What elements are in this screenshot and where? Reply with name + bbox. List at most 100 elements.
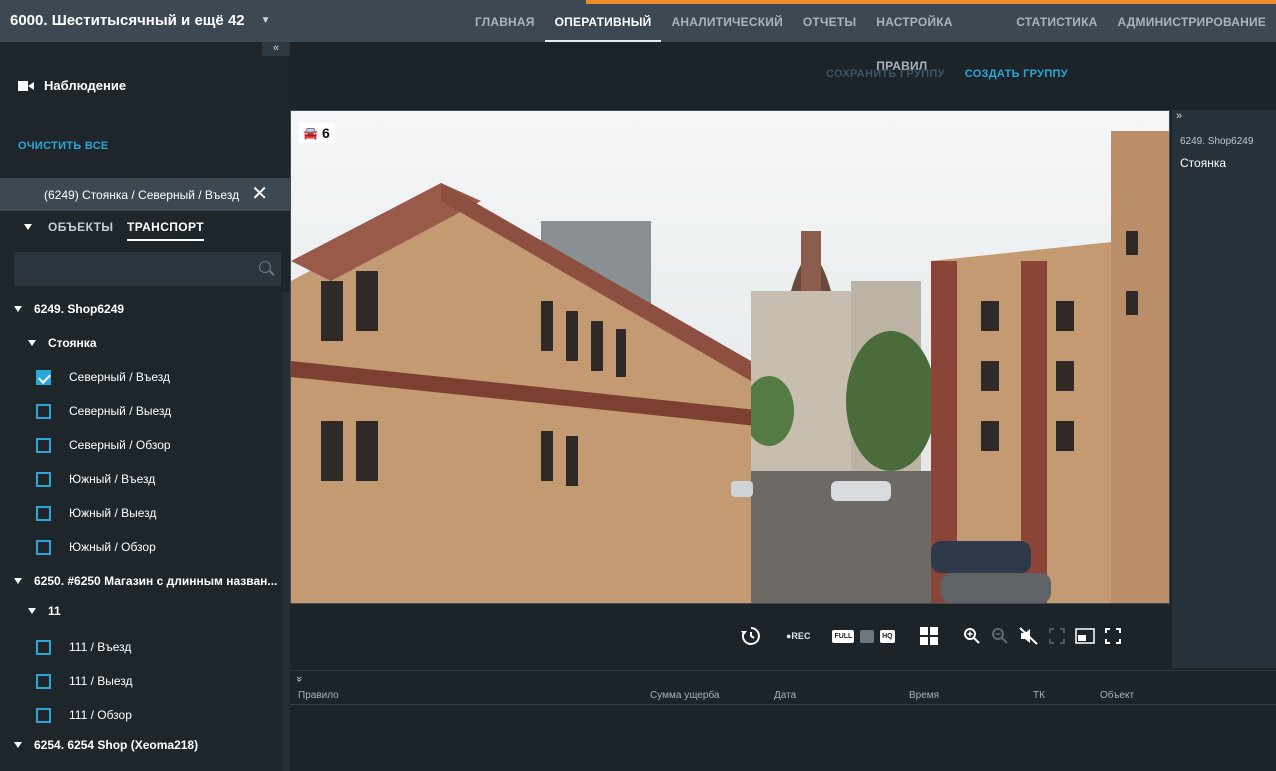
car-icon: 🚘	[303, 126, 318, 140]
full-quality-button[interactable]: FULL	[832, 629, 855, 643]
main-nav: ГЛАВНАЯ ОПЕРАТИВНЫЙ АНАЛИТИЧЕСКИЙ ОТЧЕТЫ…	[465, 0, 1276, 73]
create-group-button[interactable]: СОЗДАТЬ ГРУППУ	[965, 68, 1068, 80]
chevron-down-icon: ▼	[260, 15, 271, 26]
nav-administration[interactable]: АДМИНИСТРИРОВАНИЕ	[1107, 0, 1276, 42]
account-selector[interactable]: 6000. Шеститысячный и ещё 42 ▼	[10, 12, 271, 29]
zoom-in-icon[interactable]	[963, 627, 981, 645]
events-table-header: Правило Сумма ущерба Дата Время ТК Объек…	[290, 685, 1276, 705]
vehicle-count-badge: 🚘 6	[303, 125, 330, 141]
nav-home[interactable]: ГЛАВНАЯ	[465, 0, 545, 42]
column-tk[interactable]: ТК	[1033, 690, 1045, 701]
tree-camera[interactable]: Северный / Обзор	[0, 433, 282, 457]
nav-statistics[interactable]: СТАТИСТИКА	[1006, 0, 1107, 42]
fullscreen-icon[interactable]	[1104, 628, 1121, 644]
save-group-button[interactable]: СОХРАНИТЬ ГРУППУ	[826, 68, 945, 80]
section-title: Наблюдение	[18, 78, 126, 93]
camera-label: Северный / Выезд	[69, 404, 172, 418]
tree-subgroup-label: Стоянка	[48, 336, 97, 350]
sd-quality-button[interactable]: SD	[860, 629, 875, 643]
sd-quality-icon: SD	[860, 629, 875, 643]
window-mode-icon[interactable]	[1074, 628, 1095, 644]
camera-checkbox[interactable]	[36, 539, 51, 555]
player-controls: ●REC FULL SD HQ	[740, 622, 1121, 650]
camera-checkbox[interactable]	[36, 707, 51, 723]
tree-group[interactable]: 6254. 6254 Shop (Xeoma218)	[0, 733, 282, 757]
video-player[interactable]: 🚘 6	[290, 110, 1170, 604]
record-indicator: ●REC	[786, 631, 811, 641]
chevron-down-icon	[28, 340, 36, 346]
search-icon	[259, 261, 271, 273]
group-actions: СОХРАНИТЬ ГРУППУ СОЗДАТЬ ГРУППУ	[826, 68, 1068, 80]
right-panel-subtitle: Стоянка	[1180, 156, 1227, 170]
camera-checkbox[interactable]	[36, 639, 51, 655]
video-camera-icon	[18, 80, 34, 92]
hq-quality-button[interactable]: HQ	[880, 629, 895, 643]
tree-subgroup[interactable]: 11	[0, 599, 282, 623]
tree-subgroup[interactable]: Стоянка	[0, 331, 282, 355]
expand-arrows-icon[interactable]	[1048, 628, 1065, 644]
selected-camera-chip: (6249) Стоянка / Северный / Въезд ✕	[0, 178, 290, 211]
tree-camera[interactable]: 111 / Выезд	[0, 669, 282, 693]
collapse-sidebar-button[interactable]: «	[262, 42, 290, 56]
column-time[interactable]: Время	[909, 690, 939, 701]
collapse-tabs-icon[interactable]	[24, 224, 32, 230]
tree-group-label: 6254. 6254 Shop (Xeoma218)	[34, 738, 199, 752]
chevron-down-icon	[14, 578, 22, 584]
camera-checkbox[interactable]	[36, 505, 51, 521]
top-bar: 6000. Шеститысячный и ещё 42 ▼ ГЛАВНАЯ О…	[0, 0, 1276, 73]
camera-label: Южный / Выезд	[69, 506, 157, 520]
camera-checkbox[interactable]	[36, 471, 51, 487]
close-icon[interactable]: ✕	[251, 184, 268, 204]
camera-checkbox[interactable]	[36, 369, 51, 385]
selected-camera-label: (6249) Стоянка / Северный / Въезд	[44, 187, 240, 202]
tab-transport[interactable]: ТРАНСПОРТ	[127, 220, 205, 241]
camera-label: 111 / Обзор	[69, 708, 132, 722]
column-object[interactable]: Объект	[1100, 690, 1134, 701]
tab-objects[interactable]: ОБЪЕКТЫ	[48, 220, 113, 234]
camera-checkbox[interactable]	[36, 437, 51, 453]
tree-camera[interactable]: 111 / Обзор	[0, 703, 282, 727]
column-date[interactable]: Дата	[774, 690, 796, 701]
tree-group-label: 6249. Shop6249	[34, 302, 125, 316]
tree-camera[interactable]: Южный / Въезд	[0, 467, 282, 491]
camera-label: Южный / Въезд	[69, 472, 156, 486]
expand-events-button[interactable]: »	[293, 676, 305, 682]
tree-camera[interactable]: Северный / Въезд	[0, 365, 282, 389]
nav-rules-settings[interactable]: НАСТРОЙКА ПРАВИЛ	[866, 0, 1006, 73]
expand-right-panel-button[interactable]: »	[1176, 110, 1182, 122]
camera-label: Северный / Въезд	[69, 370, 171, 384]
camera-checkbox[interactable]	[36, 673, 51, 689]
tree-scrollbar[interactable]	[282, 292, 290, 771]
camera-label: 111 / Выезд	[69, 674, 133, 688]
mute-icon[interactable]	[1018, 627, 1039, 645]
tree-camera[interactable]: Южный / Обзор	[0, 535, 282, 559]
nav-reports[interactable]: ОТЧЕТЫ	[793, 0, 866, 42]
events-panel: » Правило Сумма ущерба Дата Время ТК Объ…	[290, 670, 1276, 771]
camera-checkbox[interactable]	[36, 403, 51, 419]
full-quality-label: FULL	[832, 629, 855, 643]
layout-grid-icon[interactable]	[919, 626, 939, 646]
account-title: 6000. Шеститысячный и ещё 42	[10, 12, 245, 29]
zoom-out-icon[interactable]	[991, 627, 1009, 645]
right-panel: » 6249. Shop6249 Стоянка	[1172, 110, 1276, 668]
section-title-label: Наблюдение	[44, 78, 127, 93]
chevron-down-icon	[28, 608, 36, 614]
search-input[interactable]	[14, 252, 281, 286]
column-rule[interactable]: Правило	[298, 690, 339, 701]
clear-all-button[interactable]: ОЧИСТИТЬ ВСЕ	[18, 140, 109, 152]
tree-camera[interactable]: 111 / Въезд	[0, 635, 282, 659]
tree-camera[interactable]: Южный / Выезд	[0, 501, 282, 525]
vehicle-count: 6	[321, 125, 330, 141]
nav-operational[interactable]: ОПЕРАТИВНЫЙ	[544, 0, 662, 42]
tree-camera[interactable]: Северный / Выезд	[0, 399, 282, 423]
history-icon[interactable]	[740, 625, 762, 647]
tree-group-label: 6250. #6250 Магазин с длинным назван...	[34, 574, 278, 588]
right-panel-title: 6249. Shop6249	[1180, 136, 1254, 147]
nav-analytics[interactable]: АНАЛИТИЧЕСКИЙ	[661, 0, 792, 42]
tree-group[interactable]: 6250. #6250 Магазин с длинным назван...	[0, 569, 282, 593]
tree-group[interactable]: 6249. Shop6249	[0, 297, 282, 321]
camera-label: Северный / Обзор	[69, 438, 171, 452]
sidebar-tabs: ОБЪЕКТЫ ТРАНСПОРТ	[0, 214, 290, 242]
column-damage-amount[interactable]: Сумма ущерба	[650, 690, 720, 701]
camera-label: Южный / Обзор	[69, 540, 156, 554]
